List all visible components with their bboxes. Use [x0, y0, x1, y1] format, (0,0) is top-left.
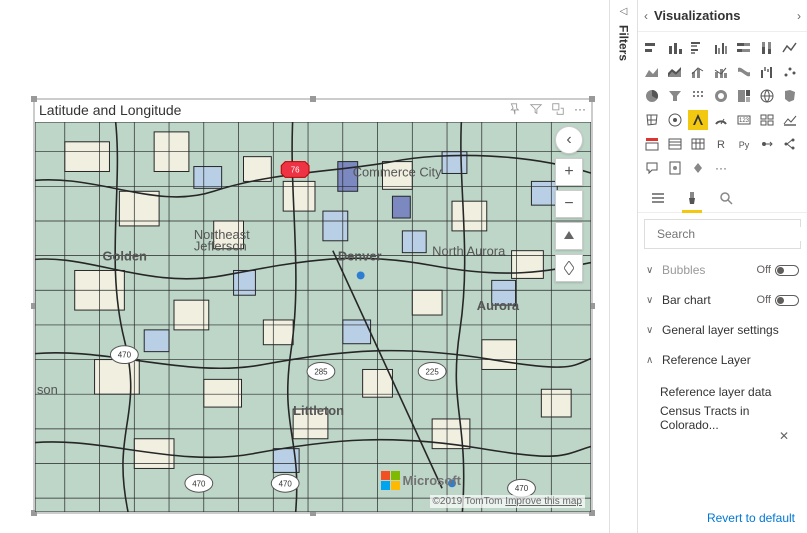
filters-expand-icon[interactable]: ◁ [620, 6, 628, 17]
viz-ribbon[interactable] [734, 62, 754, 82]
city-golden: Golden [103, 249, 148, 264]
map-surface[interactable]: 470 470 470 470 285 225 76 Denver Golden… [35, 122, 591, 512]
viz-treemap[interactable] [734, 86, 754, 106]
reference-layer-value[interactable]: Census Tracts in Colorado... [660, 405, 799, 431]
svg-text:76: 76 [291, 165, 300, 174]
viz-100bar[interactable] [734, 38, 754, 58]
city-nejeff2: Jefferson [194, 239, 247, 254]
more-icon[interactable]: ··· [573, 102, 587, 116]
viz-collapse-icon[interactable]: ‹ [644, 9, 648, 23]
viz-stacked-area[interactable] [665, 62, 685, 82]
filter-icon[interactable] [529, 102, 543, 116]
viz-gallery: 123 R Py ··· [638, 32, 807, 184]
filters-label: Filters [617, 25, 631, 61]
viz-esri[interactable] [665, 110, 685, 130]
viz-decomp[interactable] [780, 134, 800, 154]
visualizations-pane: ‹ Visualizations › 123 [637, 0, 807, 533]
reference-layer-data-label: Reference layer data [660, 379, 799, 405]
viz-shape-map[interactable] [642, 110, 662, 130]
chevron-down-icon: ∨ [646, 295, 658, 306]
improve-map-link[interactable]: Improve this map [505, 496, 582, 507]
city-denver: Denver [338, 249, 382, 264]
viz-expand-icon[interactable]: › [797, 9, 801, 23]
chevron-up-icon: ∧ [646, 355, 658, 366]
svg-text:470: 470 [192, 479, 206, 488]
map-visual[interactable]: Latitude and Longitude ··· [33, 98, 593, 514]
format-general-row[interactable]: ∨ General layer settings [638, 315, 807, 345]
viz-multirow[interactable] [757, 110, 777, 130]
viz-qa[interactable] [642, 158, 662, 178]
search-input[interactable] [657, 227, 807, 241]
viz-paginated[interactable] [665, 158, 685, 178]
viz-map[interactable] [757, 86, 777, 106]
viz-dots[interactable] [688, 86, 708, 106]
format-search[interactable] [644, 219, 801, 249]
viz-pane-title: Visualizations [654, 8, 791, 23]
viz-stacked-bar[interactable] [642, 38, 662, 58]
viz-py[interactable]: Py [734, 134, 754, 154]
viz-pie[interactable] [642, 86, 662, 106]
viz-column[interactable] [665, 38, 685, 58]
viz-scatter[interactable] [780, 62, 800, 82]
map-attribution: ©2019 TomTom Improve this map [430, 495, 585, 508]
format-bubbles-row[interactable]: ∨ Bubbles Off [638, 255, 807, 285]
svg-text:Py: Py [739, 140, 750, 150]
viz-matrix[interactable] [688, 134, 708, 154]
map-zoom-in-button[interactable]: + [555, 158, 583, 186]
format-reference-row[interactable]: ∧ Reference Layer [638, 345, 807, 375]
viz-line-col[interactable] [688, 62, 708, 82]
viz-r[interactable]: R [711, 134, 731, 154]
viz-key-infl[interactable] [757, 134, 777, 154]
svg-text:470: 470 [515, 484, 529, 493]
viz-funnel[interactable] [665, 86, 685, 106]
chevron-down-icon: ∨ [646, 265, 658, 276]
city-commerce: Commerce City [353, 164, 442, 179]
viz-line[interactable] [780, 38, 800, 58]
map-style-button[interactable] [555, 254, 583, 282]
city-aurora: Aurora [477, 298, 520, 313]
svg-text:470: 470 [279, 479, 293, 488]
viz-kpi[interactable] [780, 110, 800, 130]
viz-more[interactable]: ··· [711, 158, 731, 178]
city-littleton: Littleton [293, 403, 344, 418]
viz-filled-map[interactable] [780, 86, 800, 106]
svg-text:R: R [717, 139, 725, 151]
microsoft-logo: Microsoft [381, 471, 462, 490]
viz-table[interactable] [665, 134, 685, 154]
city-json: son [37, 382, 58, 397]
viz-donut[interactable] [711, 86, 731, 106]
visual-title: Latitude and Longitude [39, 102, 181, 118]
fields-tab[interactable] [648, 188, 668, 208]
svg-text:470: 470 [118, 351, 132, 360]
format-barchart-row[interactable]: ∨ Bar chart Off [638, 285, 807, 315]
chevron-down-icon: ∨ [646, 325, 658, 336]
map-pitch-button[interactable] [555, 222, 583, 250]
revert-default-link[interactable]: Revert to default [638, 503, 807, 533]
viz-card[interactable]: 123 [734, 110, 754, 130]
focus-icon[interactable] [551, 102, 565, 116]
city-naurora: North Aurora [432, 244, 506, 259]
remove-reference-icon[interactable]: ✕ [779, 429, 789, 443]
viz-line-col2[interactable] [711, 62, 731, 82]
svg-text:123: 123 [739, 118, 750, 124]
pin-icon[interactable] [507, 102, 521, 116]
viz-azure-maps[interactable] [688, 110, 708, 130]
viz-clustered-bar[interactable] [688, 38, 708, 58]
map-collapse-button[interactable]: ‹ [555, 126, 583, 154]
viz-gauge[interactable] [711, 110, 731, 130]
viz-slicer[interactable] [642, 134, 662, 154]
viz-clustered-col[interactable] [711, 38, 731, 58]
svg-text:225: 225 [426, 367, 440, 376]
filters-pane-collapsed[interactable]: ◁ Filters [609, 0, 637, 533]
viz-powerapps[interactable] [688, 158, 708, 178]
viz-100col[interactable] [757, 38, 777, 58]
analytics-tab[interactable] [716, 188, 736, 208]
viz-waterfall[interactable] [757, 62, 777, 82]
svg-text:285: 285 [314, 367, 328, 376]
format-tab[interactable] [682, 188, 702, 208]
viz-area[interactable] [642, 62, 662, 82]
map-zoom-out-button[interactable]: − [555, 190, 583, 218]
